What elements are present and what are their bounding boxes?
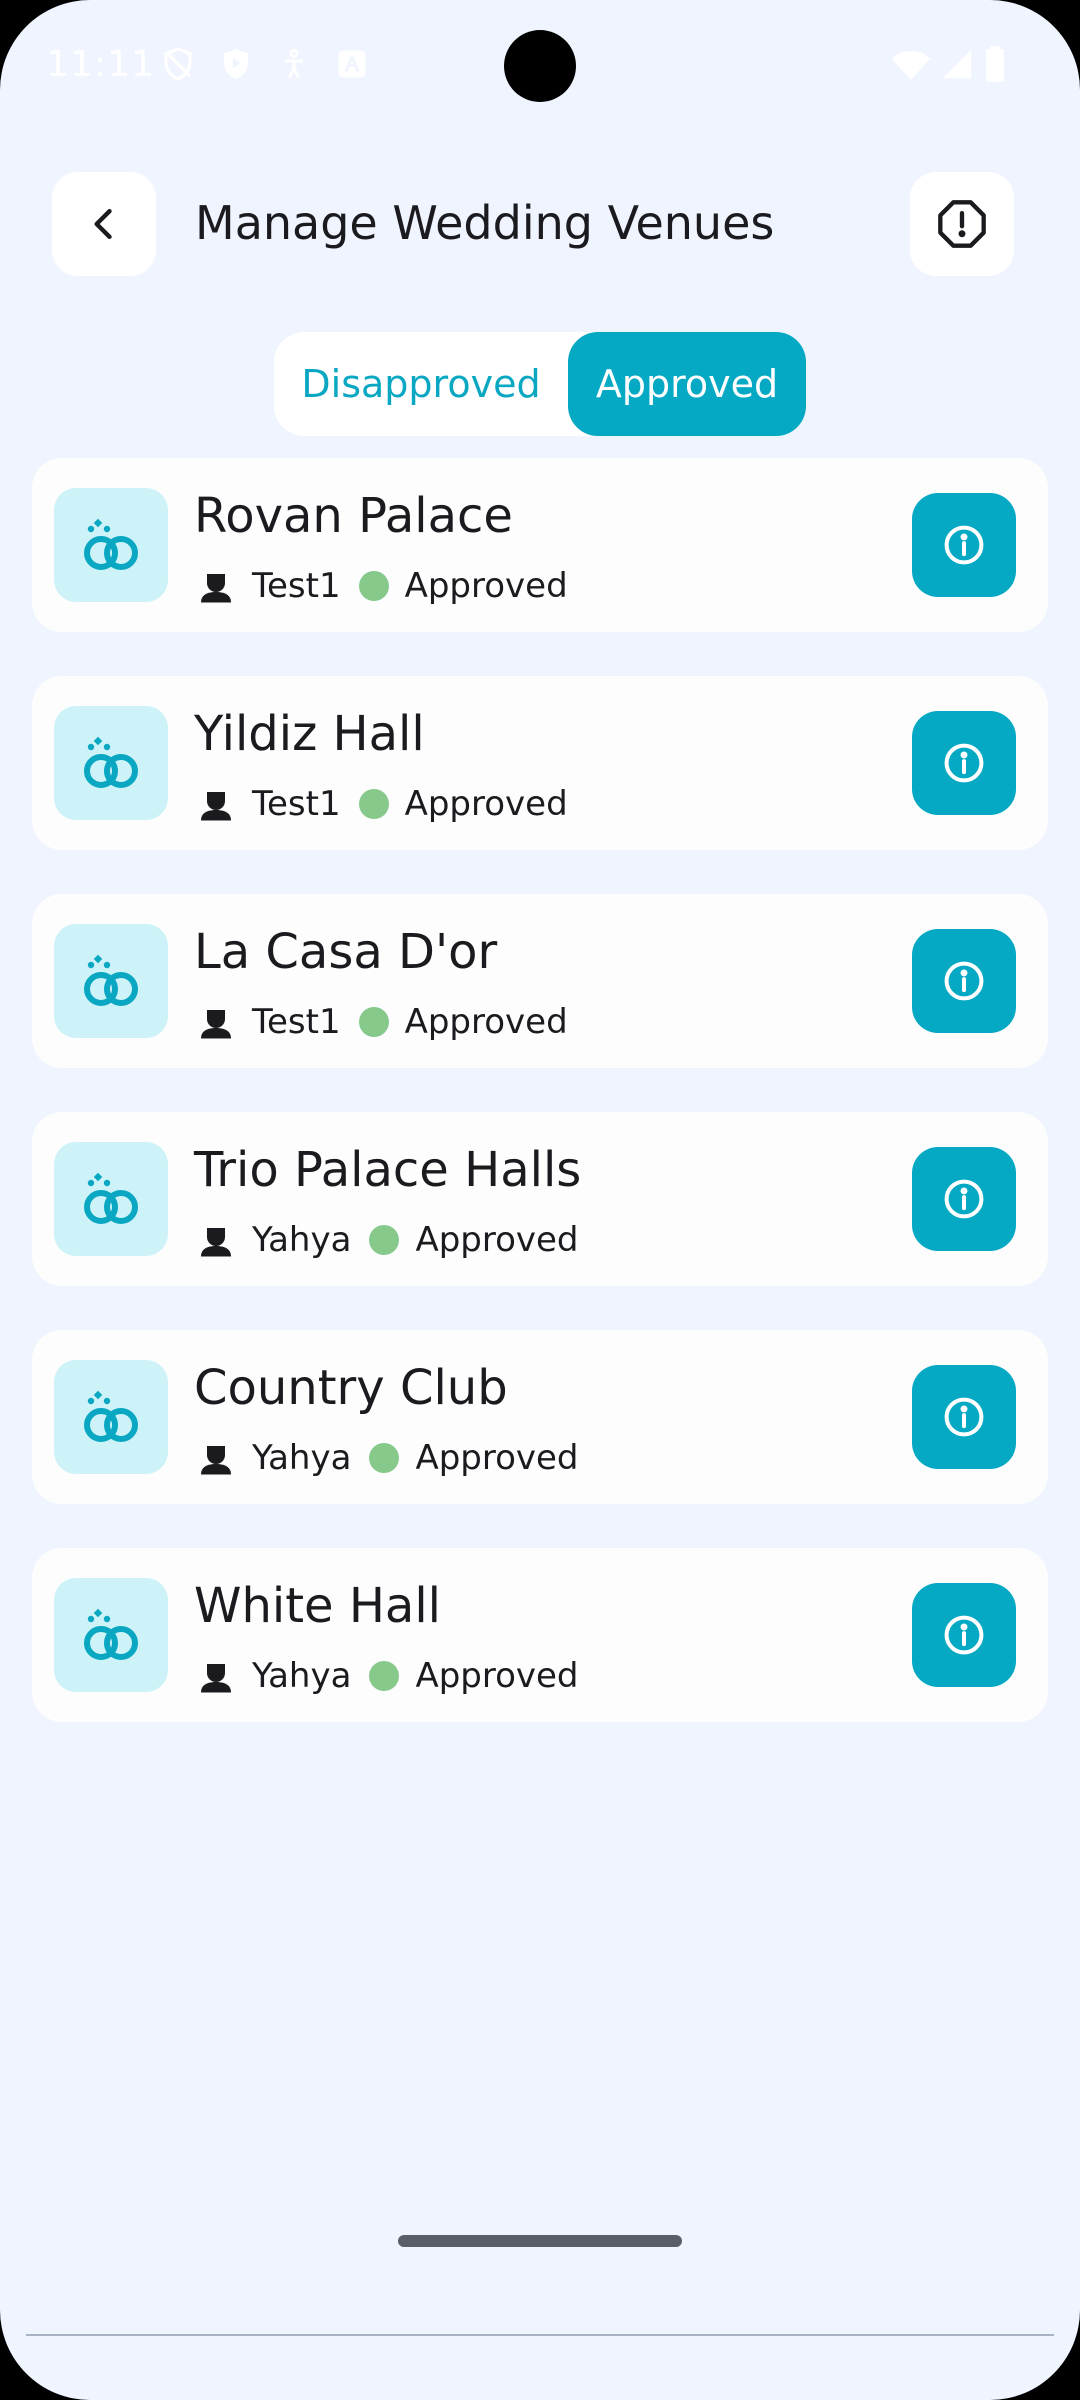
accessibility-icon <box>285 49 303 79</box>
venue-name: Rovan Palace <box>194 488 513 544</box>
venue-name: La Casa D'or <box>194 924 498 980</box>
venue-card[interactable]: White Hall Yahya Approved <box>32 1548 1048 1722</box>
report-button[interactable] <box>910 172 1014 276</box>
home-indicator[interactable] <box>398 2235 682 2247</box>
info-circle-icon <box>944 525 984 565</box>
alert-octagon-icon <box>938 200 986 248</box>
venue-status: Approved <box>404 566 568 606</box>
wifi-icon <box>891 50 931 80</box>
person-icon <box>201 1010 231 1039</box>
wedding-rings-icon <box>84 736 138 788</box>
wedding-rings-icon <box>84 954 138 1006</box>
back-button[interactable] <box>52 172 156 276</box>
status-dot <box>369 1443 400 1473</box>
venue-status: Approved <box>404 784 568 824</box>
venue-status: Approved <box>404 1002 568 1042</box>
status-dot <box>358 789 389 819</box>
signal-icon <box>942 49 972 79</box>
status-time: 11:11 <box>46 44 155 85</box>
person-icon <box>201 792 231 821</box>
venue-name: Trio Palace Halls <box>194 1142 582 1198</box>
venue-meta: Yahya Approved <box>198 1220 579 1260</box>
venue-info-button[interactable] <box>912 929 1016 1033</box>
venue-card[interactable]: Country Club Yahya Approved <box>32 1330 1048 1504</box>
venue-status: Approved <box>415 1656 579 1696</box>
venue-card[interactable]: La Casa D'or Test1 Approved <box>32 894 1048 1068</box>
venue-card[interactable]: Yildiz Hall Test1 Approved <box>32 676 1048 850</box>
venue-meta: Yahya Approved <box>198 1656 579 1696</box>
status-filter-tabs: Disapproved Approved <box>274 332 806 436</box>
venue-status: Approved <box>415 1220 579 1260</box>
wedding-rings-icon <box>84 518 138 570</box>
status-dot <box>369 1661 400 1691</box>
tab-disapproved[interactable]: Disapproved <box>274 332 568 436</box>
venue-owner: Test1 <box>252 784 341 824</box>
shield-off-icon <box>164 47 192 81</box>
screen: 11:11 Manage Wedding Venues Disapproved … <box>0 0 1080 2400</box>
info-circle-icon <box>944 1615 984 1655</box>
venue-owner: Yahya <box>252 1438 352 1478</box>
person-icon <box>201 574 231 603</box>
battery-icon <box>986 46 1004 82</box>
venue-owner: Yahya <box>252 1656 352 1696</box>
info-circle-icon <box>944 961 984 1001</box>
venue-status: Approved <box>415 1438 579 1478</box>
venue-meta: Test1 Approved <box>198 1002 568 1042</box>
venue-owner: Test1 <box>252 1002 341 1042</box>
status-bar: 11:11 <box>0 0 1080 130</box>
venue-owner: Yahya <box>252 1220 352 1260</box>
info-circle-icon <box>944 1397 984 1437</box>
status-dot <box>369 1225 400 1255</box>
page-title: Manage Wedding Venues <box>195 196 775 250</box>
app-store-icon <box>338 50 366 78</box>
venue-thumbnail <box>54 924 168 1038</box>
venue-thumbnail <box>54 1360 168 1474</box>
chevron-left-icon <box>94 208 112 240</box>
person-icon <box>201 1228 231 1257</box>
wedding-rings-icon <box>84 1172 138 1224</box>
wedding-rings-icon <box>84 1608 138 1660</box>
person-icon <box>201 1664 231 1693</box>
venue-thumbnail <box>54 1578 168 1692</box>
venue-thumbnail <box>54 1142 168 1256</box>
venue-name: Country Club <box>194 1360 508 1416</box>
venue-info-button[interactable] <box>912 493 1016 597</box>
shield-play-icon <box>224 49 248 79</box>
status-dot <box>358 571 389 601</box>
bottom-divider <box>26 2334 1054 2336</box>
venue-name: Yildiz Hall <box>194 706 425 762</box>
venue-card[interactable]: Rovan Palace Test1 Approved <box>32 458 1048 632</box>
venue-list: Rovan Palace Test1 Approved Yildiz Hall … <box>32 458 1048 1766</box>
front-camera <box>504 30 576 102</box>
tab-approved[interactable]: Approved <box>568 332 806 436</box>
info-circle-icon <box>944 1179 984 1219</box>
venue-thumbnail <box>54 488 168 602</box>
info-circle-icon <box>944 743 984 783</box>
venue-info-button[interactable] <box>912 1583 1016 1687</box>
venue-name: White Hall <box>194 1578 442 1634</box>
venue-info-button[interactable] <box>912 711 1016 815</box>
venue-info-button[interactable] <box>912 1147 1016 1251</box>
venue-meta: Test1 Approved <box>198 784 568 824</box>
status-dot <box>358 1007 389 1037</box>
venue-owner: Test1 <box>252 566 341 606</box>
venue-thumbnail <box>54 706 168 820</box>
venue-info-button[interactable] <box>912 1365 1016 1469</box>
person-icon <box>201 1446 231 1475</box>
venue-card[interactable]: Trio Palace Halls Yahya Approved <box>32 1112 1048 1286</box>
venue-meta: Test1 Approved <box>198 566 568 606</box>
venue-meta: Yahya Approved <box>198 1438 579 1478</box>
wedding-rings-icon <box>84 1390 138 1442</box>
